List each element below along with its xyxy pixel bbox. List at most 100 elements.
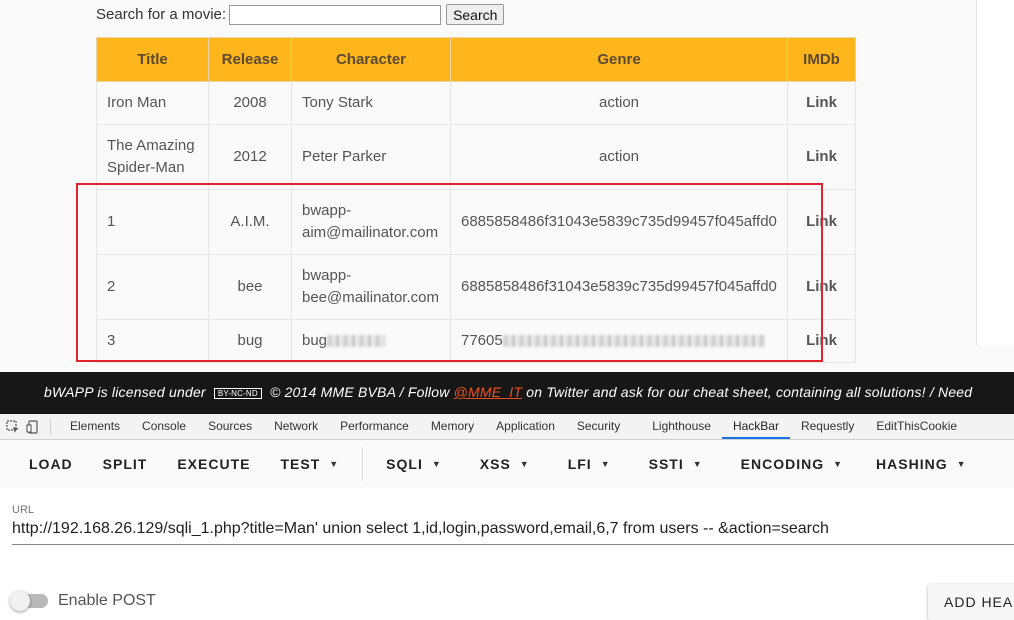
column-header-release: Release — [208, 37, 292, 82]
cell-title: The Amazing Spider-Man — [96, 124, 209, 190]
redacted-text — [327, 335, 386, 348]
inspect-element-icon[interactable] — [6, 419, 20, 434]
sqli-menu-label: SQLI — [386, 456, 423, 472]
hashing-menu[interactable]: HASHING ▼ — [858, 456, 981, 472]
cell-character: bug — [291, 319, 451, 363]
table-row: The Amazing Spider-Man 2012 Peter Parker… — [96, 124, 856, 190]
cell-release: bee — [208, 254, 292, 320]
tab-sources[interactable]: Sources — [197, 414, 263, 439]
tab-performance[interactable]: Performance — [329, 414, 420, 439]
imdb-link[interactable]: Link — [787, 189, 856, 255]
devtools-tab-bar: Elements Console Sources Network Perform… — [0, 414, 1014, 440]
cell-release: 2012 — [208, 124, 292, 190]
ssti-menu-label: SSTI — [648, 456, 684, 472]
tab-network[interactable]: Network — [263, 414, 329, 439]
hackbar-url-panel: URL http://192.168.26.129/sqli_1.php?tit… — [0, 488, 1014, 620]
hashing-menu-label: HASHING — [876, 456, 948, 472]
cell-character: Peter Parker — [291, 124, 451, 190]
cell-character: bwapp-aim@mailinator.com — [291, 189, 451, 255]
page-right-margin — [976, 0, 1014, 345]
column-header-genre: Genre — [450, 37, 788, 82]
search-label: Search for a movie: — [96, 6, 227, 23]
chevron-down-icon: ▼ — [956, 459, 967, 469]
banner-middle: © 2014 MME BVBA / Follow — [269, 384, 450, 400]
chevron-down-icon: ▼ — [431, 459, 442, 469]
split-button[interactable]: SPLIT — [88, 456, 163, 472]
tab-requestly[interactable]: Requestly — [790, 414, 865, 439]
imdb-link[interactable]: Link — [787, 81, 856, 125]
table-row: 1 A.I.M. bwapp-aim@mailinator.com 688585… — [96, 189, 856, 255]
test-menu-label: TEST — [280, 456, 321, 472]
hackbar-toolbar: LOAD SPLIT EXECUTE TEST ▼ SQLI ▼ XSS ▼ LFI ▼… — [0, 440, 1014, 488]
tab-elements[interactable]: Elements — [59, 414, 131, 439]
banner-prefix: bWAPP is licensed under — [44, 384, 206, 400]
cell-character: bwapp-bee@mailinator.com — [291, 254, 451, 320]
cell-genre: 6885858486f31043e5839c735d99457f045affd0 — [450, 254, 788, 320]
chevron-down-icon: ▼ — [692, 459, 703, 469]
license-badge[interactable]: BY-NC-ND — [213, 387, 262, 399]
cell-character: Tony Stark — [291, 81, 451, 125]
cell-genre: 77605 — [450, 319, 788, 363]
banner-suffix: on Twitter and ask for our cheat sheet, … — [526, 384, 973, 400]
test-menu[interactable]: TEST ▼ — [265, 456, 354, 472]
banner-text: bWAPP is licensed under BY-NC-ND © 2014 … — [44, 384, 972, 400]
column-header-character: Character — [291, 37, 451, 82]
cell-genre: action — [450, 124, 788, 190]
enable-post-toggle[interactable] — [10, 591, 48, 611]
movie-search-input[interactable] — [229, 4, 442, 25]
column-header-imdb: IMDb — [787, 37, 856, 82]
cell-release: bug — [208, 319, 292, 363]
cell-title: 3 — [96, 319, 209, 363]
table-row: 2 bee bwapp-bee@mailinator.com 688585848… — [96, 254, 856, 320]
search-button[interactable]: Search — [446, 4, 505, 25]
load-button[interactable]: LOAD — [0, 456, 88, 472]
xss-menu[interactable]: XSS ▼ — [457, 456, 545, 472]
toolbar-divider — [362, 447, 364, 481]
encoding-menu[interactable]: ENCODING ▼ — [718, 456, 858, 472]
table-row: 3 bug bug 77605 Link — [96, 319, 856, 363]
chevron-down-icon: ▼ — [329, 459, 340, 469]
tab-hackbar[interactable]: HackBar — [721, 414, 790, 439]
enable-post-label: Enable POST — [58, 592, 156, 609]
tab-console[interactable]: Console — [131, 414, 197, 439]
tab-lighthouse[interactable]: Lighthouse — [631, 414, 722, 439]
enable-post-toggle-row: Enable POST — [10, 591, 156, 611]
cell-genre-text: 77605 — [461, 332, 503, 349]
device-toolbar-icon[interactable] — [26, 419, 40, 434]
sqli-menu[interactable]: SQLI ▼ — [371, 456, 457, 472]
imdb-link[interactable]: Link — [787, 319, 856, 363]
redacted-text — [502, 335, 765, 348]
toggle-knob — [10, 591, 30, 611]
twitter-link[interactable]: @MME_IT — [454, 384, 523, 400]
tab-editthiscookie[interactable]: EditThisCookie — [865, 414, 968, 439]
tab-security[interactable]: Security — [566, 414, 631, 439]
movies-table: Title Release Character Genre IMDb Iron … — [96, 37, 856, 363]
xss-menu-label: XSS — [479, 456, 511, 472]
toolbar-divider — [50, 418, 51, 435]
ssti-menu[interactable]: SSTI ▼ — [626, 456, 718, 472]
cell-title: 1 — [96, 189, 209, 255]
cell-character-text: bug — [302, 332, 328, 349]
imdb-link[interactable]: Link — [787, 124, 856, 190]
column-header-title: Title — [96, 37, 209, 82]
url-input[interactable]: http://192.168.26.129/sqli_1.php?title=M… — [12, 520, 1014, 545]
tab-memory[interactable]: Memory — [420, 414, 485, 439]
web-page: Search for a movie: Search Title Release… — [0, 0, 1014, 372]
encoding-menu-label: ENCODING — [740, 456, 825, 472]
cell-release: A.I.M. — [208, 189, 292, 255]
lfi-menu-label: LFI — [567, 456, 592, 472]
url-label: URL — [12, 504, 35, 516]
tab-application[interactable]: Application — [485, 414, 566, 439]
imdb-link[interactable]: Link — [787, 254, 856, 320]
execute-button[interactable]: EXECUTE — [162, 456, 265, 472]
chevron-down-icon: ▼ — [519, 459, 530, 469]
cell-genre: action — [450, 81, 788, 125]
chevron-down-icon: ▼ — [833, 459, 844, 469]
movie-search-form: Search for a movie: Search — [96, 4, 505, 25]
add-header-button[interactable]: ADD HEAD — [928, 584, 1014, 620]
table-row: Iron Man 2008 Tony Stark action Link — [96, 81, 856, 125]
lfi-menu[interactable]: LFI ▼ — [545, 456, 626, 472]
cell-title: Iron Man — [96, 81, 209, 125]
table-header-row: Title Release Character Genre IMDb — [96, 37, 856, 82]
cell-title: 2 — [96, 254, 209, 320]
